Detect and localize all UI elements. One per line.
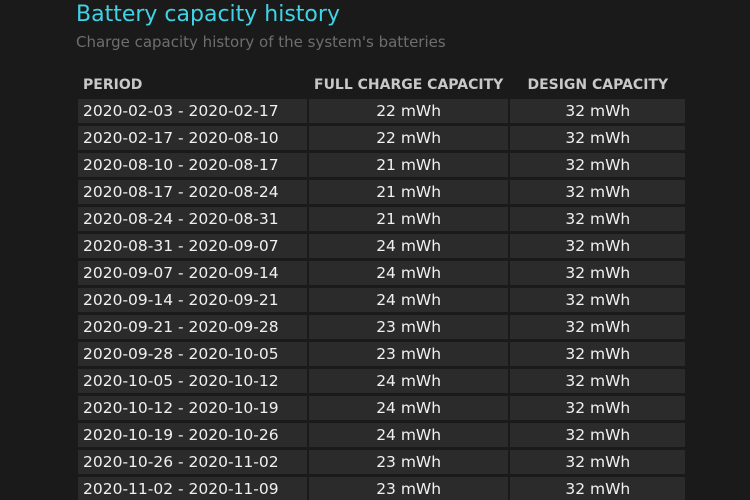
full-charge-capacity-cell: 24 mWh	[309, 396, 509, 420]
design-capacity-cell: 32 mWh	[510, 315, 686, 339]
design-capacity-cell: 32 mWh	[510, 423, 686, 447]
full-charge-capacity-cell: 21 mWh	[309, 180, 509, 204]
design-capacity-cell: 32 mWh	[510, 153, 686, 177]
period-cell: 2020-08-31 - 2020-09-07	[78, 234, 307, 258]
design-capacity-cell: 32 mWh	[510, 261, 686, 285]
full-charge-capacity-cell: 23 mWh	[309, 477, 509, 500]
design-capacity-cell: 32 mWh	[510, 288, 686, 312]
capacity-history-table: PERIOD FULL CHARGE CAPACITY DESIGN CAPAC…	[76, 70, 687, 500]
full-charge-capacity-cell: 21 mWh	[309, 153, 509, 177]
battery-report-page: Battery capacity history Charge capacity…	[0, 0, 750, 500]
table-row: 2020-10-05 - 2020-10-12 24 mWh 32 mWh	[78, 369, 686, 393]
column-header-period: PERIOD	[83, 76, 143, 93]
design-capacity-cell: 32 mWh	[510, 234, 686, 258]
full-charge-capacity-cell: 22 mWh	[309, 126, 509, 150]
design-capacity-cell: 32 mWh	[510, 180, 686, 204]
page-title: Battery capacity history	[76, 2, 340, 27]
table-row: 2020-09-07 - 2020-09-14 24 mWh 32 mWh	[78, 261, 686, 285]
period-cell: 2020-08-17 - 2020-08-24	[78, 180, 307, 204]
design-capacity-cell: 32 mWh	[510, 99, 686, 123]
design-capacity-cell: 32 mWh	[510, 207, 686, 231]
period-cell: 2020-09-07 - 2020-09-14	[78, 261, 307, 285]
full-charge-capacity-cell: 22 mWh	[309, 99, 509, 123]
full-charge-capacity-cell: 24 mWh	[309, 423, 509, 447]
full-charge-capacity-cell: 24 mWh	[309, 261, 509, 285]
table-row: 2020-09-28 - 2020-10-05 23 mWh 32 mWh	[78, 342, 686, 366]
table-row: 2020-02-03 - 2020-02-17 22 mWh 32 mWh	[78, 99, 686, 123]
design-capacity-cell: 32 mWh	[510, 396, 686, 420]
period-cell: 2020-11-02 - 2020-11-09	[78, 477, 307, 500]
period-cell: 2020-08-10 - 2020-08-17	[78, 153, 307, 177]
period-cell: 2020-08-24 - 2020-08-31	[78, 207, 307, 231]
period-cell: 2020-10-12 - 2020-10-19	[78, 396, 307, 420]
design-capacity-cell: 32 mWh	[510, 342, 686, 366]
column-header-design-capacity: DESIGN CAPACITY	[527, 76, 669, 93]
period-cell: 2020-10-26 - 2020-11-02	[78, 450, 307, 474]
table-row: 2020-08-24 - 2020-08-31 21 mWh 32 mWh	[78, 207, 686, 231]
full-charge-capacity-cell: 23 mWh	[309, 315, 509, 339]
period-cell: 2020-09-14 - 2020-09-21	[78, 288, 307, 312]
table-header-row: PERIOD FULL CHARGE CAPACITY DESIGN CAPAC…	[78, 73, 685, 96]
table-row: 2020-08-10 - 2020-08-17 21 mWh 32 mWh	[78, 153, 686, 177]
table-row: 2020-10-19 - 2020-10-26 24 mWh 32 mWh	[78, 423, 686, 447]
table-row: 2020-08-17 - 2020-08-24 21 mWh 32 mWh	[78, 180, 686, 204]
design-capacity-cell: 32 mWh	[510, 477, 686, 500]
table-row: 2020-09-14 - 2020-09-21 24 mWh 32 mWh	[78, 288, 686, 312]
period-cell: 2020-10-05 - 2020-10-12	[78, 369, 307, 393]
period-cell: 2020-10-19 - 2020-10-26	[78, 423, 307, 447]
full-charge-capacity-cell: 24 mWh	[309, 288, 509, 312]
design-capacity-cell: 32 mWh	[510, 450, 686, 474]
period-cell: 2020-02-03 - 2020-02-17	[78, 99, 307, 123]
page-subtitle: Charge capacity history of the system's …	[76, 33, 446, 51]
table-row: 2020-11-02 - 2020-11-09 23 mWh 32 mWh	[78, 477, 686, 500]
table-row: 2020-10-12 - 2020-10-19 24 mWh 32 mWh	[78, 396, 686, 420]
full-charge-capacity-cell: 24 mWh	[309, 234, 509, 258]
period-cell: 2020-09-28 - 2020-10-05	[78, 342, 307, 366]
table-row: 2020-08-31 - 2020-09-07 24 mWh 32 mWh	[78, 234, 686, 258]
full-charge-capacity-cell: 21 mWh	[309, 207, 509, 231]
full-charge-capacity-cell: 23 mWh	[309, 342, 509, 366]
full-charge-capacity-cell: 23 mWh	[309, 450, 509, 474]
design-capacity-cell: 32 mWh	[510, 126, 686, 150]
period-cell: 2020-02-17 - 2020-08-10	[78, 126, 307, 150]
table-row: 2020-10-26 - 2020-11-02 23 mWh 32 mWh	[78, 450, 686, 474]
full-charge-capacity-cell: 24 mWh	[309, 369, 509, 393]
design-capacity-cell: 32 mWh	[510, 369, 686, 393]
table-row: 2020-09-21 - 2020-09-28 23 mWh 32 mWh	[78, 315, 686, 339]
table-body: 2020-02-03 - 2020-02-17 22 mWh 32 mWh 2020-…	[78, 99, 686, 500]
column-header-full-charge-capacity: FULL CHARGE CAPACITY	[314, 76, 504, 93]
period-cell: 2020-09-21 - 2020-09-28	[78, 315, 307, 339]
table-row: 2020-02-17 - 2020-08-10 22 mWh 32 mWh	[78, 126, 686, 150]
